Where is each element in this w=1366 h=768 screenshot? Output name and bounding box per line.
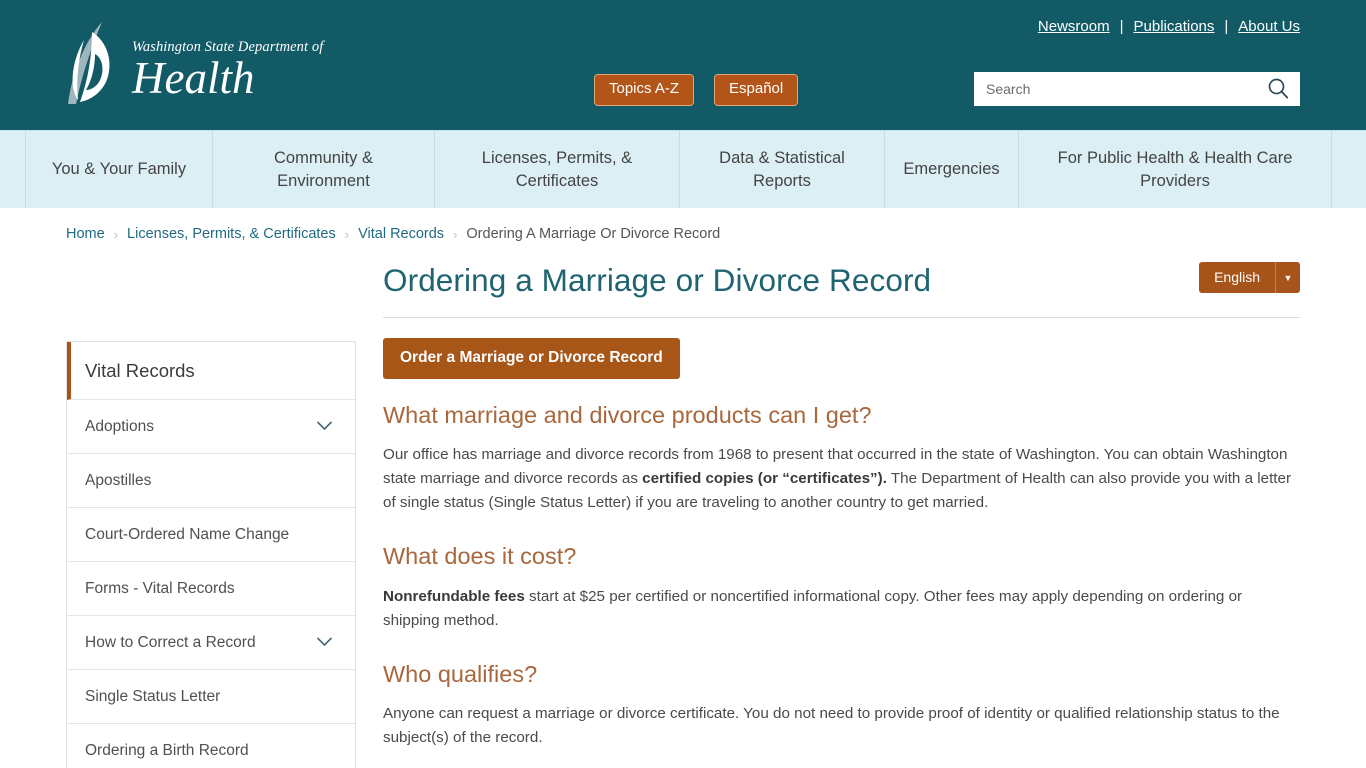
sidebar-item-label: Vital Records — [85, 359, 195, 381]
section-body-products: Our office has marriage and divorce reco… — [383, 443, 1300, 515]
breadcrumb-item-vital-records[interactable]: Vital Records — [358, 226, 444, 242]
language-selector: English ▼ — [1199, 262, 1300, 293]
sidebar-item-label: Court-Ordered Name Change — [85, 525, 290, 543]
page-title-row: Ordering a Marriage or Divorce Record En… — [383, 258, 1300, 318]
sidebar-item-apostilles[interactable]: Apostilles — [67, 454, 355, 508]
sidebar-item-forms-vital-records[interactable]: Forms - Vital Records — [67, 562, 355, 616]
order-record-button[interactable]: Order a Marriage or Divorce Record — [383, 337, 680, 379]
breadcrumb-item-home[interactable]: Home — [66, 226, 105, 242]
main-content: Order a Marriage or Divorce Record What … — [383, 318, 1300, 768]
sidebar-item-label: Ordering a Birth Record — [85, 742, 249, 759]
section-sidebar-nav: Vital Records Adoptions Apostilles Court… — [66, 341, 356, 768]
site-header: Washington State Department of Health Ne… — [0, 0, 1366, 130]
nav-item-emergencies[interactable]: Emergencies — [885, 131, 1019, 208]
sidebar-item-ordering-a-birth-record[interactable]: Ordering a Birth Record — [67, 724, 355, 768]
language-dropdown-toggle[interactable]: ▼ — [1275, 262, 1300, 293]
section-heading-cost: What does it cost? — [383, 543, 577, 570]
breadcrumb: Home › Licenses, Permits, & Certificates… — [0, 208, 1366, 244]
primary-nav: You & Your Family Community & Environmen… — [0, 130, 1366, 208]
body-text-bold: Nonrefundable fees — [383, 587, 525, 605]
breadcrumb-item-current: Ordering A Marriage Or Divorce Record — [466, 226, 721, 242]
topics-a-z-button[interactable]: Topics A-Z — [594, 74, 695, 106]
search-submit-button[interactable] — [1256, 72, 1300, 106]
nav-item-you-and-your-family[interactable]: You & Your Family — [25, 131, 213, 208]
sidebar-item-how-to-correct-a-record[interactable]: How to Correct a Record — [67, 616, 355, 670]
utility-nav: Newsroom | Publications | About Us — [1038, 18, 1300, 35]
breadcrumb-chevron-icon-1: › — [113, 226, 119, 242]
body-text-bold: certified copies (or “certificates”). — [642, 470, 887, 488]
sidebar-item-vital-records[interactable]: Vital Records — [67, 342, 355, 400]
utility-separator-2: | — [1224, 18, 1229, 35]
search-input[interactable] — [974, 72, 1256, 106]
nav-item-data-and-statistical-reports[interactable]: Data & Statistical Reports — [680, 131, 885, 208]
chevron-down-icon[interactable] — [316, 635, 333, 650]
utility-separator-1: | — [1119, 18, 1124, 35]
utility-link-newsroom[interactable]: Newsroom — [1038, 18, 1110, 35]
section-heading-who-qualifies: Who qualifies? — [383, 660, 538, 687]
breadcrumb-item-licenses[interactable]: Licenses, Permits, & Certificates — [127, 226, 336, 242]
page-title: Ordering a Marriage or Divorce Record — [383, 262, 932, 298]
utility-link-publications[interactable]: Publications — [1134, 18, 1215, 35]
chevron-down-icon[interactable] — [316, 419, 333, 434]
search-icon — [1267, 77, 1289, 102]
section-heading-products: What marriage and divorce products can I… — [383, 401, 872, 428]
utility-link-about-us[interactable]: About Us — [1238, 18, 1300, 35]
sidebar-item-label: Adoptions — [85, 417, 154, 435]
espanol-button[interactable]: Español — [714, 74, 799, 106]
page-body: Ordering a Marriage or Divorce Record En… — [0, 258, 1366, 768]
sidebar-item-label: Forms - Vital Records — [85, 579, 235, 597]
sidebar-item-single-status-letter[interactable]: Single Status Letter — [67, 670, 355, 724]
sidebar-item-label: Apostilles — [85, 471, 152, 489]
language-selected-button[interactable]: English — [1199, 262, 1275, 293]
sidebar-item-label: How to Correct a Record — [85, 633, 256, 651]
nav-item-community-and-environment[interactable]: Community & Environment — [213, 131, 435, 208]
section-body-cost: Nonrefundable fees start at $25 per cert… — [383, 585, 1300, 633]
header-actions-row: Topics A-Z Español — [0, 72, 1366, 114]
breadcrumb-chevron-icon-2: › — [344, 226, 350, 242]
nav-item-licenses-permits-certificates[interactable]: Licenses, Permits, & Certificates — [435, 131, 680, 208]
search-box — [974, 72, 1300, 106]
nav-item-public-health-providers[interactable]: For Public Health & Health Care Provider… — [1019, 131, 1332, 208]
chevron-down-icon: ▼ — [1283, 272, 1293, 283]
breadcrumb-chevron-icon-3: › — [453, 226, 458, 242]
sidebar-item-adoptions[interactable]: Adoptions — [67, 400, 355, 454]
sidebar-item-label: Single Status Letter — [85, 687, 221, 705]
sidebar-item-court-ordered-name-change[interactable]: Court-Ordered Name Change — [67, 508, 355, 562]
section-body-who-qualifies: Anyone can request a marriage or divorce… — [383, 705, 1280, 747]
